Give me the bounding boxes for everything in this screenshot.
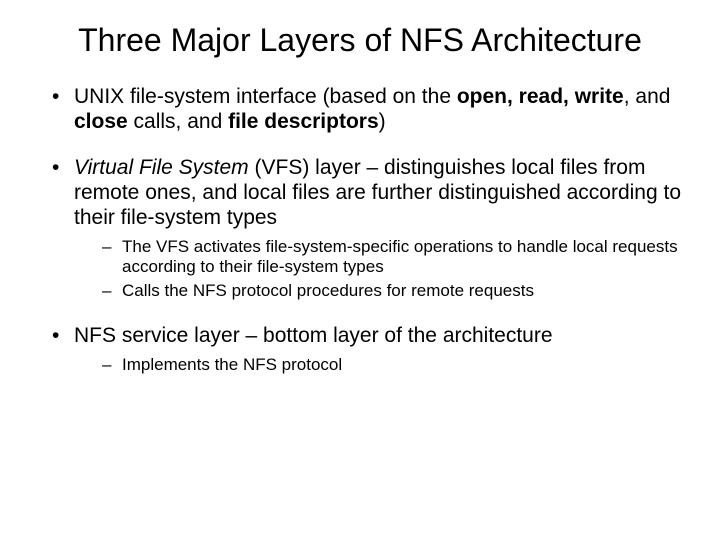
sub-bullet-item: Implements the NFS protocol <box>102 355 684 375</box>
sub-bullet-item: Calls the NFS protocol procedures for re… <box>102 281 684 301</box>
sub-bullet-list: Implements the NFS protocol <box>74 355 684 375</box>
bullet-text: UNIX file-system interface (based on the… <box>74 85 670 133</box>
sub-bullet-list: The VFS activates file-system-specific o… <box>74 237 684 302</box>
slide-title: Three Major Layers of NFS Architecture <box>76 22 644 59</box>
bullet-item: UNIX file-system interface (based on the… <box>52 85 684 135</box>
sub-bullet-item: The VFS activates file-system-specific o… <box>102 237 684 278</box>
bullet-text: Virtual File System (VFS) layer – distin… <box>74 156 681 229</box>
slide: Three Major Layers of NFS Architecture U… <box>0 0 720 540</box>
bullet-list: UNIX file-system interface (based on the… <box>36 85 684 375</box>
bullet-item: NFS service layer – bottom layer of the … <box>52 324 684 375</box>
bullet-text: NFS service layer – bottom layer of the … <box>74 324 553 347</box>
bullet-item: Virtual File System (VFS) layer – distin… <box>52 156 684 301</box>
